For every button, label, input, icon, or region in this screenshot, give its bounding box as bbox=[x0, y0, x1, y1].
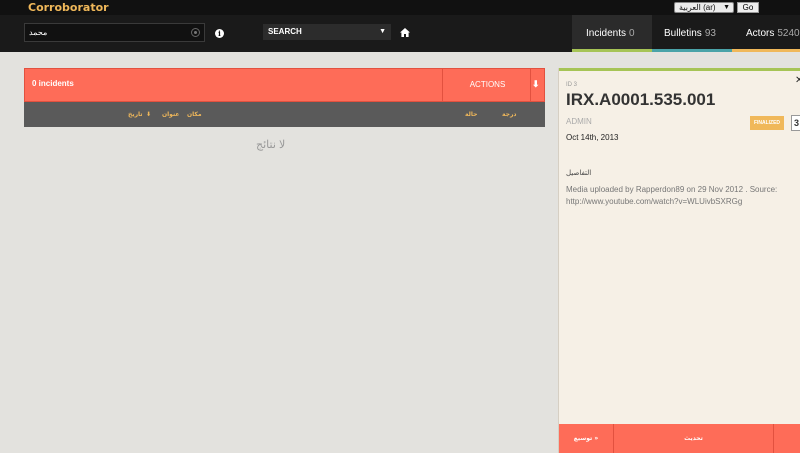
panel-accent-line bbox=[559, 68, 800, 71]
incident-id: ID 3 bbox=[566, 82, 578, 88]
close-icon[interactable]: ✕ bbox=[795, 75, 800, 86]
incidents-list-header: 0 incidents ACTIONS ⬇ bbox=[24, 68, 545, 102]
column-date[interactable]: تاريخ bbox=[128, 111, 143, 118]
language-select-value: العربية (ar) bbox=[679, 3, 716, 12]
column-title[interactable]: عنوان bbox=[162, 111, 180, 118]
home-icon[interactable] bbox=[400, 28, 410, 37]
info-icon[interactable]: i bbox=[215, 29, 224, 38]
tab-actors[interactable]: Actors 5240 bbox=[732, 15, 800, 52]
tab-actors-underline bbox=[732, 49, 800, 52]
update-button[interactable]: تحديث bbox=[614, 424, 774, 453]
chevron-down-icon: ▼ bbox=[723, 4, 730, 11]
assigned-user: ADMIN bbox=[566, 117, 592, 126]
empty-message: لا نتائج bbox=[256, 139, 286, 151]
tab-bulletins[interactable]: Bulletins 93 bbox=[652, 15, 732, 52]
tab-incidents-count: 0 bbox=[629, 28, 635, 39]
top-bar: Corroborator العربية (ar) ▼ Go bbox=[0, 0, 800, 15]
score-box: 3 bbox=[791, 115, 800, 131]
incidents-count: 0 incidents bbox=[32, 79, 74, 88]
column-location[interactable]: مكان bbox=[187, 111, 202, 118]
details-heading: التفاصيل bbox=[566, 169, 592, 177]
tab-bulletins-label: Bulletins bbox=[664, 28, 702, 39]
clear-search-icon[interactable] bbox=[191, 28, 200, 37]
search-scope-select[interactable]: SEARCH ▼ bbox=[263, 24, 391, 40]
incidents-column-header: ⬇ تاريخ مكان عنوان حالة درجة bbox=[24, 102, 545, 127]
incident-reference: IRX.A0001.535.001 bbox=[566, 90, 716, 109]
tab-actors-count: 5240 bbox=[777, 28, 800, 39]
actions-area: ACTIONS bbox=[442, 69, 531, 101]
column-status[interactable]: حالة bbox=[465, 111, 477, 118]
incident-detail-panel: ✕ ID 3 IRX.A0001.535.001 ADMIN FINALIZED… bbox=[558, 68, 800, 453]
tab-bulletins-count: 93 bbox=[704, 28, 716, 39]
detail-footer: توسيع » تحديث bbox=[559, 424, 800, 453]
language-select[interactable]: العربية (ar) ▼ bbox=[674, 2, 734, 13]
tab-bulletins-underline bbox=[652, 49, 732, 52]
app-logo[interactable]: Corroborator bbox=[28, 1, 109, 14]
search-scope-value: SEARCH bbox=[268, 27, 302, 36]
search-input[interactable]: محمد bbox=[24, 23, 205, 42]
column-score[interactable]: درجة bbox=[502, 111, 517, 118]
description-source-link[interactable]: http://www.youtube.com/watch?v=WLUivbSXR… bbox=[566, 196, 800, 208]
tab-incidents-underline bbox=[572, 49, 652, 52]
chevron-down-icon: ▼ bbox=[379, 28, 386, 35]
search-input-value: محمد bbox=[29, 28, 48, 37]
sort-arrow-icon[interactable]: ⬇ bbox=[146, 111, 151, 118]
status-badge: FINALIZED bbox=[750, 116, 784, 130]
tab-actors-label: Actors bbox=[746, 28, 775, 39]
arrow-down-icon[interactable]: ⬇ bbox=[532, 79, 540, 90]
description-line-1: Media uploaded by Rapperdon89 on 29 Nov … bbox=[566, 185, 778, 194]
expand-button[interactable]: توسيع » bbox=[559, 424, 614, 453]
incident-description: Media uploaded by Rapperdon89 on 29 Nov … bbox=[566, 184, 800, 208]
tab-incidents-label: Incidents bbox=[586, 28, 627, 39]
footer-extra-button[interactable] bbox=[774, 424, 800, 453]
incident-date: Oct 14th, 2013 bbox=[566, 133, 619, 142]
go-button[interactable]: Go bbox=[737, 2, 759, 13]
tab-incidents[interactable]: Incidents 0 bbox=[572, 15, 652, 52]
actions-button[interactable]: ACTIONS bbox=[443, 80, 532, 89]
